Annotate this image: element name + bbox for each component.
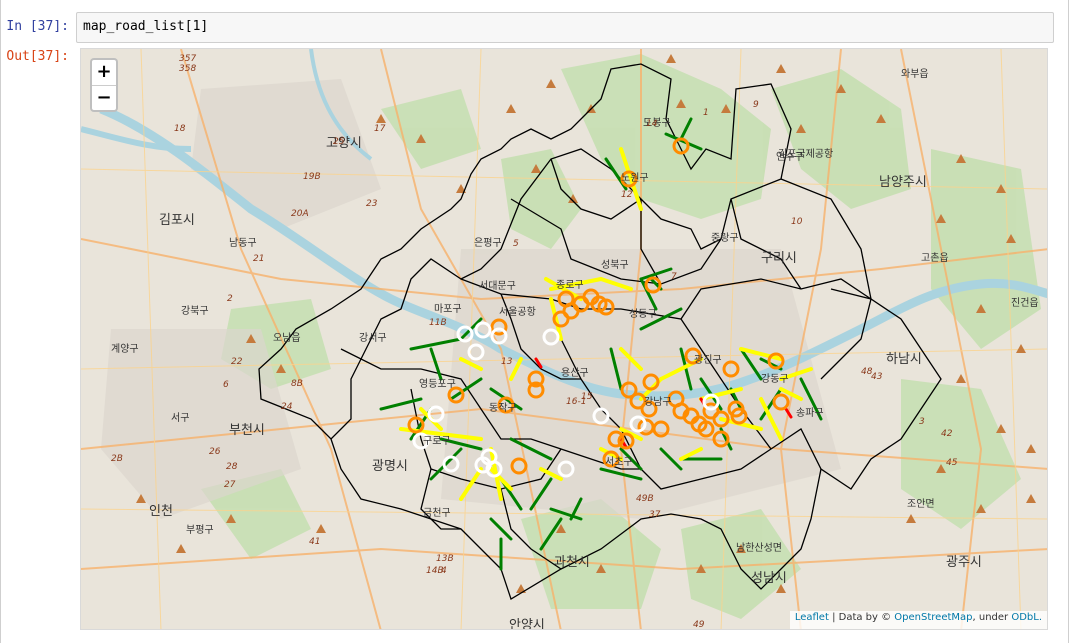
map-attribution: Leaflet | Data by © OpenStreetMap, under…	[789, 611, 1047, 629]
in-prompt: In [37]:	[6, 19, 69, 34]
road-number-label: 6	[223, 380, 229, 390]
notebook: In [37]: map_road_list[1] Out[37]: 고양시 김…	[0, 0, 1069, 643]
place-label: 부평구	[186, 524, 214, 536]
place-label: 하남시	[886, 352, 922, 367]
road-number-label: 41	[309, 537, 320, 547]
road-number-label: 25	[333, 137, 345, 147]
leaflet-map[interactable]: 고양시 김포시 남양주시 구리시 하남시 부천시 인천 광명시 과천시 성남시 광주시 안양시 은평구 서…	[80, 48, 1048, 630]
road-number-label: 43	[871, 372, 883, 382]
leaflet-link[interactable]: Leaflet	[795, 612, 829, 623]
place-label: 강남구	[644, 396, 672, 408]
map-canvas[interactable]: 고양시김포시남양주시구리시하남시부천시인천광명시과천시성남시광주시안양시은평구서…	[81, 49, 1048, 630]
place-label: 노원구	[621, 172, 649, 184]
road-number-label: 49B	[636, 494, 654, 504]
road-number-label: 2B	[111, 454, 123, 464]
road-number-label: 26	[209, 447, 221, 457]
attribution-text: | Data by ©	[828, 612, 895, 623]
road-number-label: 13B	[436, 554, 454, 564]
road-number-label: 9	[753, 100, 759, 110]
road-number-label: 45	[946, 458, 958, 468]
place-label: 강동구	[761, 373, 789, 385]
road-number-label: 42	[941, 429, 953, 439]
place-label: 강북구	[181, 305, 209, 317]
zoom-out-button[interactable]: −	[92, 85, 116, 110]
road-number-label: 3	[919, 417, 925, 427]
out-prompt: Out[37]:	[6, 49, 69, 64]
code-input[interactable]: map_road_list[1]	[76, 12, 1054, 43]
road-number-label: 14	[646, 119, 658, 129]
place-label: 광진구	[694, 354, 722, 366]
attribution-text: , under	[972, 612, 1012, 623]
road-number-label: 2	[227, 294, 233, 304]
zoom-control: + −	[90, 58, 118, 112]
road-number-label: 27	[224, 480, 236, 490]
place-label: 광주시	[946, 555, 982, 570]
place-label: 구로구	[423, 436, 451, 447]
place-label: 인천	[149, 504, 173, 519]
place-label: 부천시	[229, 423, 265, 438]
road-number-label: 7	[671, 272, 677, 282]
place-label: 조안면	[907, 498, 935, 510]
road-number-label: 5	[513, 239, 519, 249]
place-label: 진건읍	[1011, 297, 1039, 309]
place-label: 성동구	[629, 308, 657, 320]
road-number-label: 4	[441, 566, 447, 576]
place-label: 김포국제공항	[778, 148, 833, 160]
place-label: 서초구	[605, 456, 633, 468]
place-label: 와부읍	[901, 68, 929, 80]
road-number-label: 10	[791, 217, 803, 227]
road-number-label: 358	[179, 64, 196, 74]
place-label: 성남시	[751, 571, 787, 586]
place-label: 김포시	[159, 213, 195, 228]
road-number-label: 37	[649, 510, 661, 520]
place-label: 구리시	[761, 251, 797, 266]
road-number-label: 28	[226, 462, 238, 472]
place-label: 용산구	[561, 367, 589, 379]
road-number-label: 357	[179, 54, 196, 64]
road-number-label: 17	[374, 124, 386, 134]
place-label: 안양시	[509, 618, 545, 630]
road-number-label: 12	[621, 190, 633, 200]
road-number-label: 11B	[429, 318, 447, 328]
road-number-label: 21	[253, 254, 264, 264]
zoom-in-button[interactable]: +	[92, 60, 116, 85]
place-label: 은평구	[474, 237, 502, 249]
road-number-label: 20A	[291, 209, 309, 219]
place-label: 서울공항	[499, 306, 536, 318]
osm-link[interactable]: OpenStreetMap	[894, 612, 972, 623]
road-number-label: 8B	[291, 379, 303, 389]
place-label: 남동구	[229, 237, 257, 249]
odbl-link[interactable]: ODbL.	[1011, 612, 1042, 623]
place-label: 영등포구	[419, 378, 456, 390]
place-label: 성북구	[601, 259, 629, 271]
road-number-label: 16-1	[566, 397, 586, 407]
place-label: 강서구	[359, 332, 387, 344]
road-number-label: 24	[281, 402, 293, 412]
place-label: 동작구	[489, 402, 517, 414]
place-label: 계양구	[111, 343, 139, 355]
place-label: 서구	[171, 412, 189, 424]
place-label: 오남읍	[273, 332, 301, 344]
place-label: 서대문구	[479, 280, 516, 292]
road-number-label: 19B	[303, 172, 321, 182]
place-label: 송파구	[796, 407, 824, 419]
place-label: 광명시	[372, 459, 408, 474]
road-number-label: 49	[693, 620, 705, 630]
road-number-label: 18	[174, 124, 186, 134]
road-number-label: 13	[501, 357, 513, 367]
place-label: 남한산성면	[736, 542, 782, 554]
place-label: 남양주시	[879, 175, 927, 190]
place-label: 종로구	[556, 279, 584, 291]
road-number-label: 22	[231, 357, 243, 367]
place-label: 고촌읍	[921, 252, 949, 264]
place-label: 과천시	[554, 555, 590, 570]
place-label: 마포구	[434, 303, 462, 315]
road-number-label: 23	[366, 199, 378, 209]
place-label: 금천구	[423, 507, 451, 519]
place-label: 중랑구	[711, 232, 739, 244]
road-number-label: 1	[703, 108, 709, 118]
